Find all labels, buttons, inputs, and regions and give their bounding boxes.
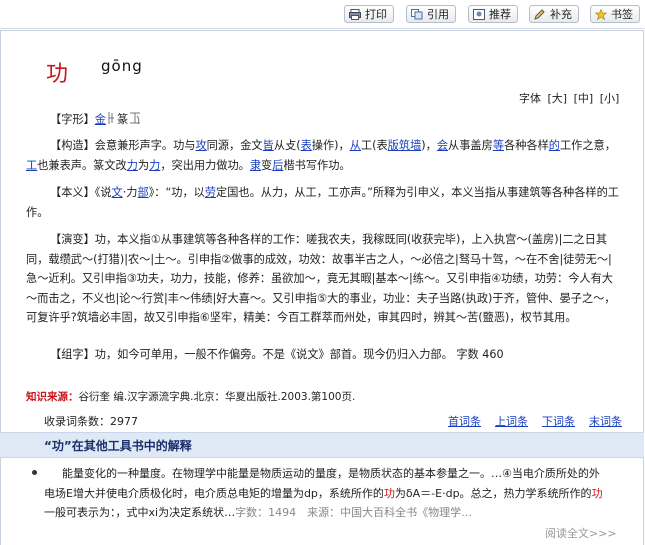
text: 从事盖房 <box>448 139 493 152</box>
word-link[interactable]: 表 <box>301 139 312 152</box>
pencil-icon <box>534 9 545 20</box>
text: )， <box>421 139 437 152</box>
recommend-icon <box>473 9 485 20</box>
bronze-glyph-icon <box>108 112 114 124</box>
supplement-button[interactable]: 补充 <box>529 5 579 23</box>
word-link[interactable]: 版 <box>388 139 399 152</box>
last-entry-link[interactable]: 末词条 <box>589 415 622 428</box>
dict-entry: 能量变化的一种量度。在物理学中能量是物质运动的量度，是物质状态的基本参量之一。…… <box>44 464 609 523</box>
dict-entry-meta: 字数：1494 来源：中国大百科全书《物理学… <box>235 506 473 519</box>
seal-glyph-icon <box>130 112 141 125</box>
zixing-link-jin[interactable]: 金 <box>95 113 106 126</box>
word-link[interactable]: 后 <box>272 159 283 172</box>
word-link[interactable]: 筑 <box>399 139 410 152</box>
text: 楷书写作功。 <box>283 158 351 172</box>
text: 会意兼形声字。功与 <box>94 139 196 152</box>
text: 《说 <box>94 186 112 199</box>
text: ，突出用力做功。 <box>160 158 250 172</box>
cite-label: 引用 <box>427 8 449 21</box>
star-icon <box>595 9 607 20</box>
recommend-button[interactable]: 推荐 <box>468 5 518 23</box>
text: 各种各样 <box>504 139 549 152</box>
font-size-control: 字体 [大] [中] [小] <box>519 90 622 106</box>
other-tools-bar: “功”在其他工具书中的解释 <box>0 432 644 458</box>
text: 一般可表示为：，式中xi为决定系统状… <box>44 506 236 519</box>
bookmark-button[interactable]: 书签 <box>590 5 640 23</box>
section-label: 【构造】 <box>50 139 95 152</box>
text: 同源，金文 <box>206 139 263 152</box>
section-label: 【演变】 <box>50 233 95 246</box>
benyi-section: 【本义】《说文·力部》：“功，以劳定国也。从力，从工，工亦声。”所释为引申义，本… <box>26 183 622 222</box>
section-label: 【组字】 <box>50 348 95 361</box>
other-tools-title: “功”在其他工具书中的解释 <box>44 439 192 453</box>
word-link[interactable]: 力 <box>149 159 160 172</box>
zuzi-section: 【组字】功，如今可单用，一般不作偏旁。不是《说文》部首。现今仍归入力部。 字数 … <box>26 345 622 365</box>
text: 功，本义指①从事建筑等各种各样的工作：嗟我农夫，我稼既同(收获完毕)，上入执宫～… <box>26 233 616 324</box>
prev-entry-link[interactable]: 上词条 <box>495 415 528 428</box>
word-link[interactable]: 墙 <box>410 139 421 152</box>
word-link[interactable]: 隶 <box>250 159 261 172</box>
bullet-icon <box>32 470 37 475</box>
print-label: 打印 <box>365 8 387 21</box>
knowledge-source: 知识来源：谷衍奎 编.汉字源流字典.北京：华夏出版社.2003.第100页. <box>26 389 355 404</box>
source-text: 谷衍奎 编.汉字源流字典.北京：华夏出版社.2003.第100页. <box>78 391 356 403</box>
bookmark-label: 书签 <box>611 8 633 21</box>
highlight: 功 <box>383 486 395 500</box>
word-link[interactable]: 的 <box>549 139 560 152</box>
text: 工(表 <box>360 139 388 152</box>
word-link[interactable]: 文 <box>112 186 123 199</box>
entry-pager: 首词条 上词条 下词条 末词条 <box>448 413 622 429</box>
toolbar: 打印 引用 推荐 补充 书签 <box>0 0 645 29</box>
section-label: 【字形】 <box>50 113 95 126</box>
font-size-label: 字体 <box>519 92 541 105</box>
word-link[interactable]: 劳 <box>205 186 216 199</box>
cite-button[interactable]: 引用 <box>406 5 456 23</box>
supplement-label: 补充 <box>550 8 572 21</box>
text: 工作之意， <box>559 139 616 152</box>
next-entry-link[interactable]: 下词条 <box>542 415 575 428</box>
word-link[interactable]: 工 <box>26 159 37 172</box>
print-button[interactable]: 打印 <box>344 5 394 23</box>
font-size-medium[interactable]: [中] <box>574 92 594 105</box>
text: 变 <box>261 158 273 172</box>
zixing-section: 【字形】金篆 <box>26 110 622 130</box>
word-link[interactable]: 等 <box>493 139 504 152</box>
text: 从攴( <box>273 139 301 152</box>
word-link[interactable]: 力 <box>127 159 138 172</box>
word-link[interactable]: 会 <box>437 139 448 152</box>
highlight: 功 <box>591 486 603 500</box>
printer-icon <box>349 9 361 20</box>
text: 为 <box>137 158 150 172</box>
entry-count: 收录词条数：2977 <box>44 413 138 429</box>
text: ·力 <box>122 186 138 199</box>
recommend-label: 推荐 <box>489 8 511 21</box>
word-link[interactable]: 攻 <box>195 139 206 152</box>
text: 操作)， <box>311 139 350 152</box>
zixing-seal-label: 篆 <box>116 113 129 126</box>
text: 功，如今可单用，一般不作偏旁。不是《说文》部首。现今仍归入力部。 字数 460 <box>94 348 504 361</box>
text: 》：“功，以 <box>148 186 205 199</box>
word-link[interactable]: 从 <box>350 139 361 152</box>
yanbian-section: 【演变】功，本义指①从事建筑等各种各样的工作：嗟我农夫，我稼既同(收获完毕)，上… <box>26 230 622 328</box>
count-value: 2977 <box>110 415 138 428</box>
entry-character: 功 <box>46 62 69 87</box>
first-entry-link[interactable]: 首词条 <box>448 415 481 428</box>
text: 为δA＝-E·dp。总之，热力学系统所作的 <box>394 486 592 500</box>
text: 也兼表声。篆文改 <box>37 158 127 172</box>
read-more-link[interactable]: 阅读全文>>> <box>545 525 617 541</box>
entry-pinyin: gōng <box>101 57 143 75</box>
section-label: 【本义】 <box>50 186 95 199</box>
source-label: 知识来源： <box>26 391 79 403</box>
font-size-small[interactable]: [小] <box>600 92 620 105</box>
gouzao-section: 【构造】会意兼形声字。功与攻同源，金文皆从攴(表操作)，从工(表版筑墙)，会从事… <box>26 136 622 175</box>
count-label: 收录词条数： <box>44 415 110 428</box>
font-size-large[interactable]: [大] <box>548 92 568 105</box>
copy-icon <box>411 9 423 20</box>
word-link[interactable]: 皆 <box>263 139 274 152</box>
word-link[interactable]: 部 <box>138 186 149 199</box>
